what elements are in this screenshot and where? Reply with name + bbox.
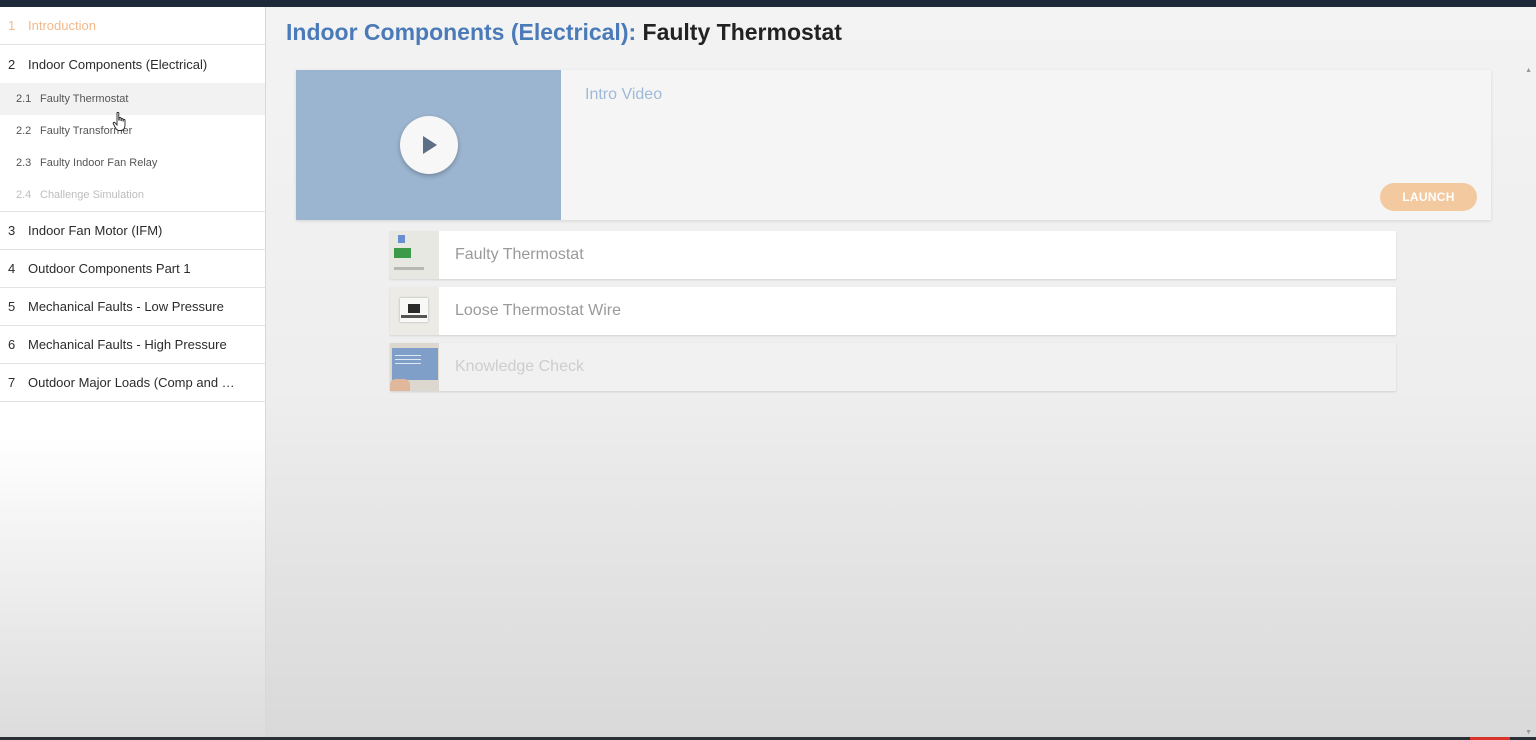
sidebar-section-mechanical-low-pressure[interactable]: 5 Mechanical Faults - Low Pressure [0, 288, 265, 326]
subitem-number: 2.4 [16, 189, 32, 201]
section-number: 4 [8, 261, 16, 276]
launch-button[interactable]: LAUNCH [1380, 183, 1477, 211]
breadcrumb-section[interactable]: Indoor Components (Electrical): [286, 19, 636, 45]
sidebar-subitem-challenge-simulation[interactable]: 2.4 Challenge Simulation [0, 179, 265, 211]
lesson-title: Loose Thermostat Wire [455, 302, 621, 319]
play-icon [422, 136, 437, 154]
sidebar-subitems: 2.1 Faulty Thermostat 2.2 Faulty Transfo… [0, 83, 265, 212]
knowledge-check-thumbnail [390, 343, 439, 391]
main-content: Indoor Components (Electrical): Faulty T… [266, 7, 1536, 737]
section-number: 5 [8, 299, 16, 314]
sidebar-section-indoor-fan-motor[interactable]: 3 Indoor Fan Motor (IFM) [0, 212, 265, 250]
top-bar [0, 0, 1536, 7]
sidebar-subitem-faulty-transformer[interactable]: 2.2 Faulty Transformer [0, 115, 265, 147]
course-outline-sidebar: 1 Introduction 2 Indoor Components (Elec… [0, 7, 266, 737]
thermostat-wire-thumbnail [390, 287, 439, 335]
lesson-title: Faulty Thermostat [455, 246, 584, 263]
sidebar-section-indoor-components[interactable]: 2 Indoor Components (Electrical) [0, 45, 265, 83]
subitem-label: Faulty Indoor Fan Relay [40, 157, 158, 169]
intro-video-title: Intro Video [585, 86, 663, 103]
sidebar-subitem-faulty-indoor-fan-relay[interactable]: 2.3 Faulty Indoor Fan Relay [0, 147, 265, 179]
current-lesson-title: Faulty Thermostat [642, 19, 842, 45]
lesson-item-knowledge-check[interactable]: Knowledge Check [390, 343, 1396, 391]
section-number: 2 [8, 56, 16, 72]
section-number: 7 [8, 375, 16, 390]
page-title: Indoor Components (Electrical): Faulty T… [286, 19, 842, 46]
lesson-item-faulty-thermostat[interactable]: Faulty Thermostat [390, 231, 1396, 279]
subitem-label: Faulty Thermostat [40, 93, 129, 105]
subitem-number: 2.2 [16, 125, 32, 137]
section-number: 3 [8, 223, 16, 238]
section-label: Mechanical Faults - High Pressure [28, 337, 227, 352]
section-label: Mechanical Faults - Low Pressure [28, 299, 224, 314]
section-label: Outdoor Components Part 1 [28, 261, 191, 276]
section-label: Indoor Fan Motor (IFM) [28, 223, 163, 238]
subitem-number: 2.3 [16, 157, 32, 169]
lesson-item-loose-thermostat-wire[interactable]: Loose Thermostat Wire [390, 287, 1396, 335]
hand-cursor-icon [112, 112, 126, 131]
video-thumbnail[interactable] [296, 70, 561, 220]
sidebar-section-introduction[interactable]: 1 Introduction [0, 7, 265, 45]
intro-video-card: Intro Video LAUNCH [296, 70, 1491, 220]
subitem-number: 2.1 [16, 93, 32, 105]
lesson-title: Knowledge Check [455, 358, 584, 375]
section-label: Outdoor Major Loads (Comp and O... [28, 375, 238, 390]
thermostat-thumbnail [390, 231, 439, 279]
sidebar-subitem-faulty-thermostat[interactable]: 2.1 Faulty Thermostat [0, 83, 265, 115]
play-button[interactable] [399, 116, 458, 174]
scroll-up-arrow-icon[interactable]: ▲ [1525, 67, 1532, 74]
section-number: 1 [8, 18, 16, 33]
subitem-label: Challenge Simulation [40, 189, 144, 201]
sidebar-section-outdoor-components[interactable]: 4 Outdoor Components Part 1 [0, 250, 265, 288]
sidebar-section-outdoor-major-loads[interactable]: 7 Outdoor Major Loads (Comp and O... [0, 364, 265, 402]
sidebar-section-mechanical-high-pressure[interactable]: 6 Mechanical Faults - High Pressure [0, 326, 265, 364]
section-label: Introduction [28, 18, 96, 33]
section-label: Indoor Components (Electrical) [28, 56, 208, 72]
scroll-down-arrow-icon[interactable]: ▼ [1525, 729, 1532, 736]
section-number: 6 [8, 337, 16, 352]
